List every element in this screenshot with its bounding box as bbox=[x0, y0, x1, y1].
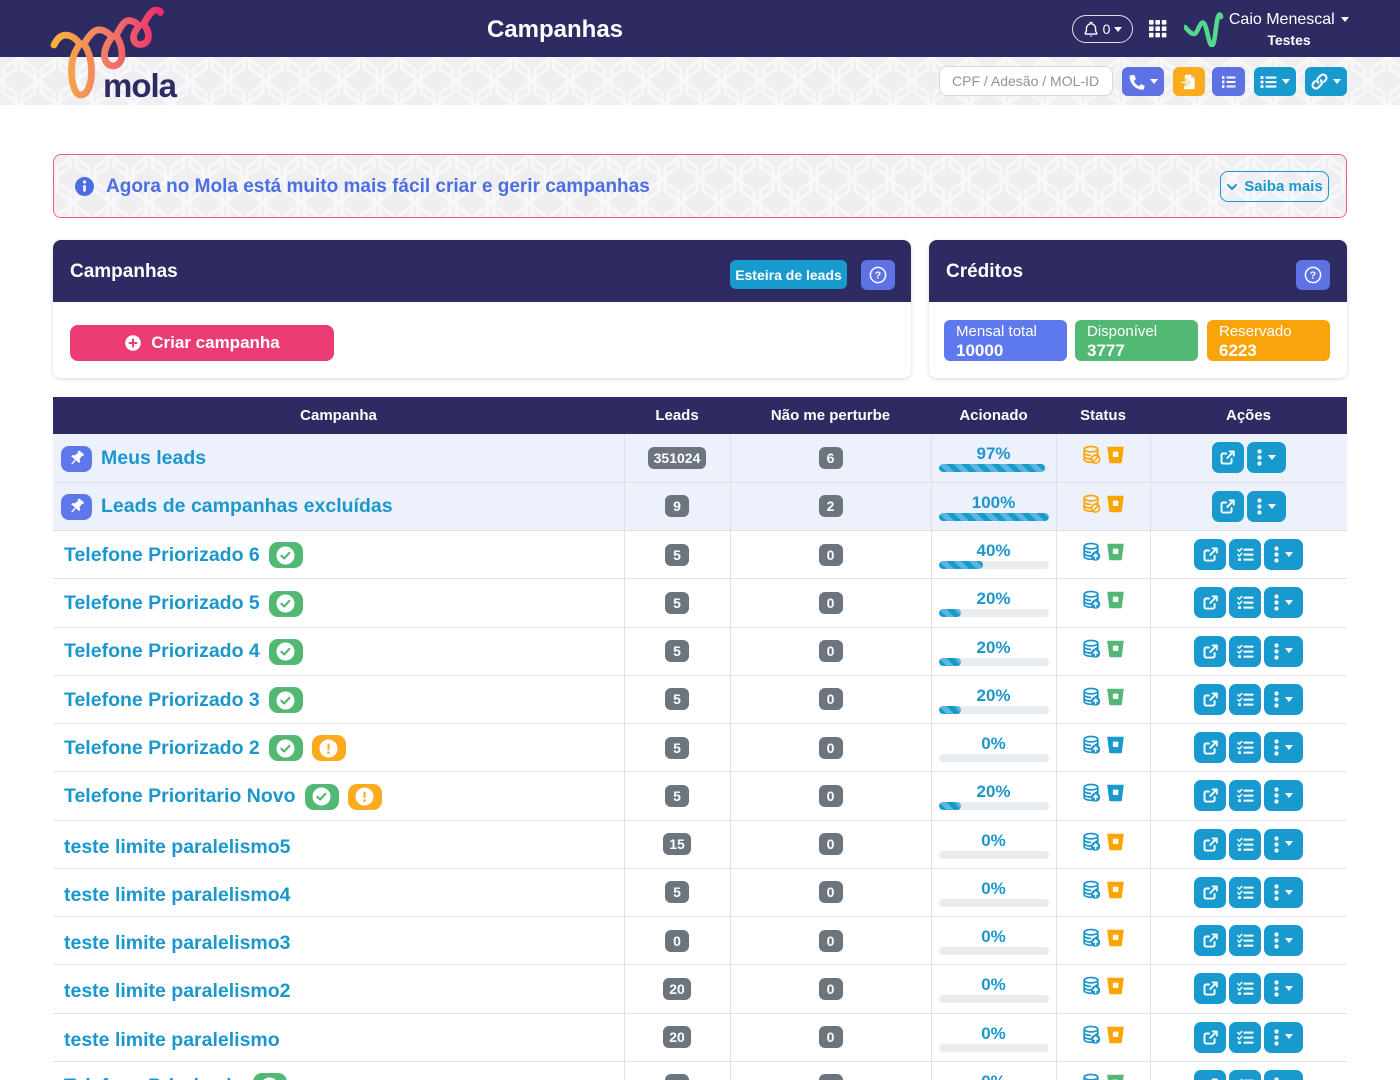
svg-text:?: ? bbox=[1310, 270, 1316, 282]
svg-text:mola: mola bbox=[103, 67, 178, 104]
svg-text:?: ? bbox=[875, 270, 881, 282]
